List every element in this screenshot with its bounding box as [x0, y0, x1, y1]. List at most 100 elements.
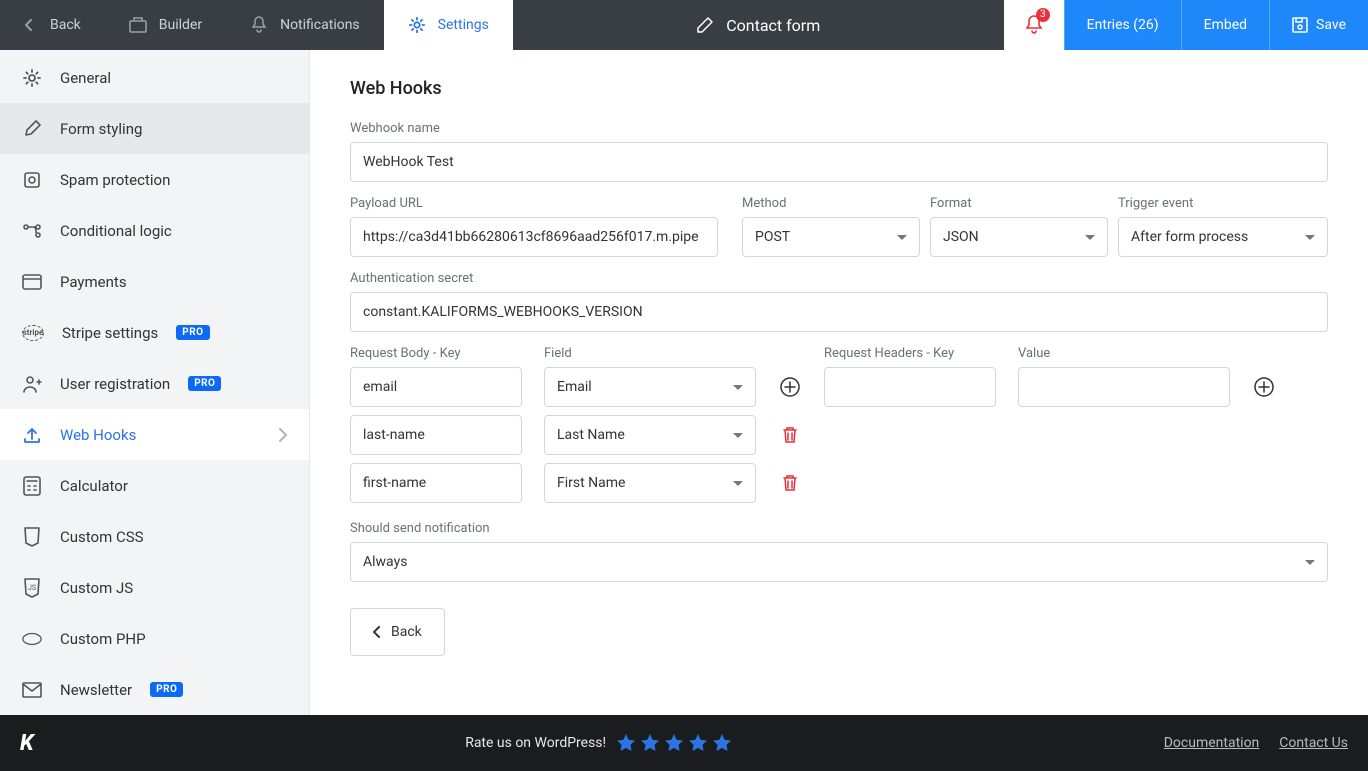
- chevron-left-icon: [20, 16, 38, 34]
- delete-row-button[interactable]: [778, 471, 802, 495]
- documentation-link[interactable]: Documentation: [1164, 735, 1260, 751]
- chevron-down-icon: [1085, 235, 1095, 240]
- sidebar-item-webhooks[interactable]: Web Hooks: [0, 409, 309, 460]
- pro-badge: PRO: [188, 376, 221, 391]
- logo: K: [20, 731, 34, 756]
- sidebar-item-label: Web Hooks: [60, 426, 136, 444]
- back-nav[interactable]: Back: [0, 0, 105, 50]
- pro-badge: PRO: [176, 325, 209, 340]
- entries-label: Entries (26): [1087, 17, 1159, 33]
- payload-input[interactable]: [350, 217, 718, 257]
- body-key-input[interactable]: [350, 367, 522, 407]
- sidebar-item-general[interactable]: General: [0, 52, 309, 103]
- contact-link[interactable]: Contact Us: [1279, 735, 1348, 751]
- trigger-label: Trigger event: [1118, 196, 1328, 211]
- gear-icon: [22, 68, 42, 88]
- body-key-input[interactable]: [350, 415, 522, 455]
- chevron-down-icon: [1305, 235, 1315, 240]
- save-label: Save: [1316, 17, 1346, 33]
- pro-badge: PRO: [150, 682, 183, 697]
- tab-notifications[interactable]: Notifications: [226, 0, 384, 50]
- upload-icon: [22, 425, 42, 445]
- footer: K Rate us on WordPress! Documentation Co…: [0, 715, 1368, 771]
- webhook-name-label: Webhook name: [350, 121, 1328, 136]
- back-button[interactable]: Back: [350, 608, 445, 656]
- save-button[interactable]: Save: [1269, 0, 1368, 50]
- branch-icon: [22, 221, 42, 241]
- form-title: Contact form: [726, 16, 820, 35]
- tab-label: Settings: [438, 17, 489, 33]
- form-title-area[interactable]: Contact form: [513, 0, 1004, 50]
- tab-label: Builder: [159, 17, 202, 33]
- header-key-input[interactable]: [824, 367, 996, 407]
- sidebar-item-label: User registration: [60, 375, 170, 393]
- sidebar-item-label: General: [60, 69, 111, 87]
- edit-icon: [696, 16, 714, 34]
- sidebar-item-label: Calculator: [60, 477, 128, 495]
- star-rating[interactable]: [616, 733, 732, 753]
- mail-icon: [22, 680, 42, 700]
- sidebar-item-spam[interactable]: Spam protection: [0, 154, 309, 205]
- top-bar: Back Builder Notifications Settings Cont…: [0, 0, 1368, 50]
- value-label: Value: [1018, 346, 1230, 361]
- body-key-input[interactable]: [350, 463, 522, 503]
- notify-select[interactable]: Always: [350, 542, 1328, 582]
- entries-button[interactable]: Entries (26): [1064, 0, 1181, 50]
- sidebar-item-newsletter[interactable]: Newsletter PRO: [0, 664, 309, 715]
- shield-icon: [22, 170, 42, 190]
- bell-icon: [250, 16, 268, 34]
- alert-count: 3: [1036, 8, 1050, 22]
- save-icon: [1292, 17, 1308, 33]
- sidebar-item-form-styling[interactable]: Form styling: [0, 103, 309, 154]
- format-label: Format: [930, 196, 1108, 211]
- builder-icon: [129, 16, 147, 34]
- alert-button[interactable]: 3: [1004, 0, 1064, 50]
- header-value-input[interactable]: [1018, 367, 1230, 407]
- svg-text:JS: JS: [28, 584, 36, 592]
- embed-label: Embed: [1204, 17, 1247, 33]
- gear-icon: [408, 16, 426, 34]
- field-select[interactable]: Email: [544, 367, 756, 407]
- chevron-down-icon: [733, 481, 743, 486]
- auth-label: Authentication secret: [350, 271, 1328, 286]
- sidebar-item-calculator[interactable]: Calculator: [0, 460, 309, 511]
- chevron-down-icon: [897, 235, 907, 240]
- auth-input[interactable]: [350, 292, 1328, 332]
- css-icon: [22, 527, 42, 547]
- page-title: Web Hooks: [350, 78, 1328, 99]
- sidebar-item-label: Stripe settings: [62, 324, 158, 342]
- add-body-row-button[interactable]: [778, 375, 802, 399]
- chevron-down-icon: [733, 385, 743, 390]
- field-select[interactable]: First Name: [544, 463, 756, 503]
- body-key-label: Request Body - Key: [350, 346, 522, 361]
- user-icon: [22, 374, 42, 394]
- sidebar-item-label: Spam protection: [60, 171, 170, 189]
- field-select[interactable]: Last Name: [544, 415, 756, 455]
- chevron-down-icon: [1305, 560, 1315, 565]
- sidebar-item-user-reg[interactable]: User registration PRO: [0, 358, 309, 409]
- sidebar-item-js[interactable]: JS Custom JS: [0, 562, 309, 613]
- method-label: Method: [742, 196, 920, 211]
- sidebar-item-php[interactable]: Custom PHP: [0, 613, 309, 664]
- sidebar-item-label: Payments: [60, 273, 127, 291]
- trigger-select[interactable]: After form process: [1118, 217, 1328, 257]
- chevron-down-icon: [733, 433, 743, 438]
- php-icon: [22, 629, 42, 649]
- js-icon: JS: [22, 578, 42, 598]
- tab-settings[interactable]: Settings: [384, 0, 513, 50]
- sidebar-item-payments[interactable]: Payments: [0, 256, 309, 307]
- sidebar-item-stripe[interactable]: stripe Stripe settings PRO: [0, 307, 309, 358]
- tab-builder[interactable]: Builder: [105, 0, 226, 50]
- sidebar-item-css[interactable]: Custom CSS: [0, 511, 309, 562]
- webhook-name-input[interactable]: [350, 142, 1328, 182]
- add-header-row-button[interactable]: [1252, 375, 1276, 399]
- settings-sidebar: General Form styling Spam protection Con…: [0, 50, 310, 715]
- field-label: Field: [544, 346, 756, 361]
- brush-icon: [22, 119, 42, 139]
- sidebar-item-conditional[interactable]: Conditional logic: [0, 205, 309, 256]
- format-select[interactable]: JSON: [930, 217, 1108, 257]
- embed-button[interactable]: Embed: [1181, 0, 1269, 50]
- method-select[interactable]: POST: [742, 217, 920, 257]
- sidebar-item-label: Custom PHP: [60, 630, 146, 648]
- delete-row-button[interactable]: [778, 423, 802, 447]
